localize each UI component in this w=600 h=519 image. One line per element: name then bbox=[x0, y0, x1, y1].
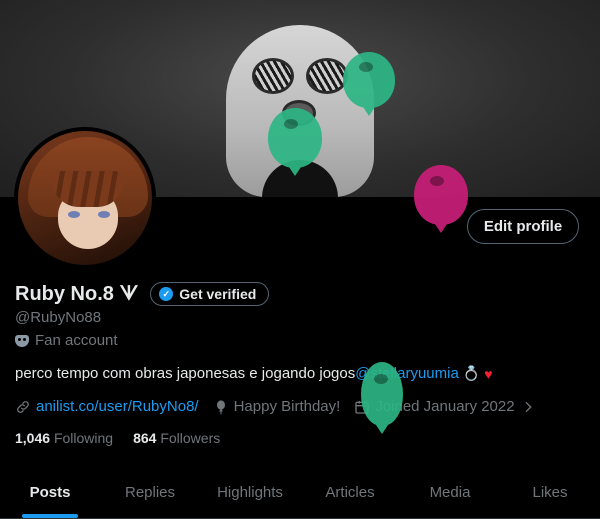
name-row: Ruby No.8 ᗐ ✓ Get verified bbox=[15, 282, 270, 306]
avatar-bangs bbox=[52, 171, 124, 207]
followers-label: Followers bbox=[160, 430, 221, 446]
avatar-eye bbox=[68, 211, 80, 218]
banner-ghost-eye bbox=[306, 58, 348, 94]
balloon-decoration bbox=[268, 108, 322, 176]
mask-icon bbox=[15, 334, 29, 347]
follow-stats: 1,046 Following 864 Followers bbox=[15, 430, 240, 446]
account-type-row[interactable]: Fan account bbox=[15, 332, 118, 349]
tab-highlights[interactable]: Highlights bbox=[200, 466, 300, 518]
balloon-decoration bbox=[361, 362, 403, 434]
following-label: Following bbox=[53, 430, 114, 446]
display-name: Ruby No.8 ᗐ bbox=[15, 282, 139, 305]
tab-likes[interactable]: Likes bbox=[500, 466, 600, 518]
birthday-label: Happy Birthday! bbox=[233, 398, 341, 415]
profile-handle: @RubyNo88 bbox=[15, 309, 102, 326]
bio-text: perco tempo com obras japonesas e jogand… bbox=[15, 365, 356, 382]
following-link[interactable]: 1,046 Following bbox=[15, 430, 113, 446]
tab-media[interactable]: Media bbox=[400, 466, 500, 518]
profile-avatar[interactable] bbox=[14, 127, 156, 269]
edit-profile-button[interactable]: Edit profile bbox=[467, 209, 579, 244]
profile-meta-row: anilist.co/user/RubyNo8/ Happy Birthday!… bbox=[15, 398, 550, 415]
get-verified-label: Get verified bbox=[179, 286, 257, 302]
following-count: 1,046 bbox=[15, 430, 51, 446]
tab-replies[interactable]: Replies bbox=[100, 466, 200, 518]
tab-articles[interactable]: Articles bbox=[300, 466, 400, 518]
banner-ghost-eye bbox=[252, 58, 294, 94]
heart-emoji: ♥ bbox=[484, 365, 493, 382]
profile-bio: perco tempo com obras japonesas e jogand… bbox=[15, 365, 493, 382]
chevron-right-icon[interactable] bbox=[520, 399, 536, 415]
profile-website-link[interactable]: anilist.co/user/RubyNo8/ bbox=[36, 398, 199, 415]
profile-tabs: Posts Replies Highlights Articles Media … bbox=[0, 466, 600, 519]
account-type-label: Fan account bbox=[35, 332, 118, 349]
balloon-decoration bbox=[414, 165, 468, 233]
balloon-icon bbox=[216, 399, 225, 414]
verified-badge-icon: ✓ bbox=[159, 287, 174, 301]
avatar-eye bbox=[98, 211, 110, 218]
tab-posts[interactable]: Posts bbox=[0, 466, 100, 518]
link-icon bbox=[17, 400, 29, 413]
profile-link-item[interactable]: anilist.co/user/RubyNo8/ bbox=[15, 398, 199, 415]
birthday-item: Happy Birthday! bbox=[213, 398, 341, 415]
followers-link[interactable]: 864 Followers bbox=[133, 430, 220, 446]
followers-count: 864 bbox=[133, 430, 157, 446]
balloon-decoration bbox=[343, 52, 395, 116]
get-verified-button[interactable]: ✓ Get verified bbox=[150, 282, 270, 306]
ring-emoji: 💍 bbox=[462, 365, 481, 381]
